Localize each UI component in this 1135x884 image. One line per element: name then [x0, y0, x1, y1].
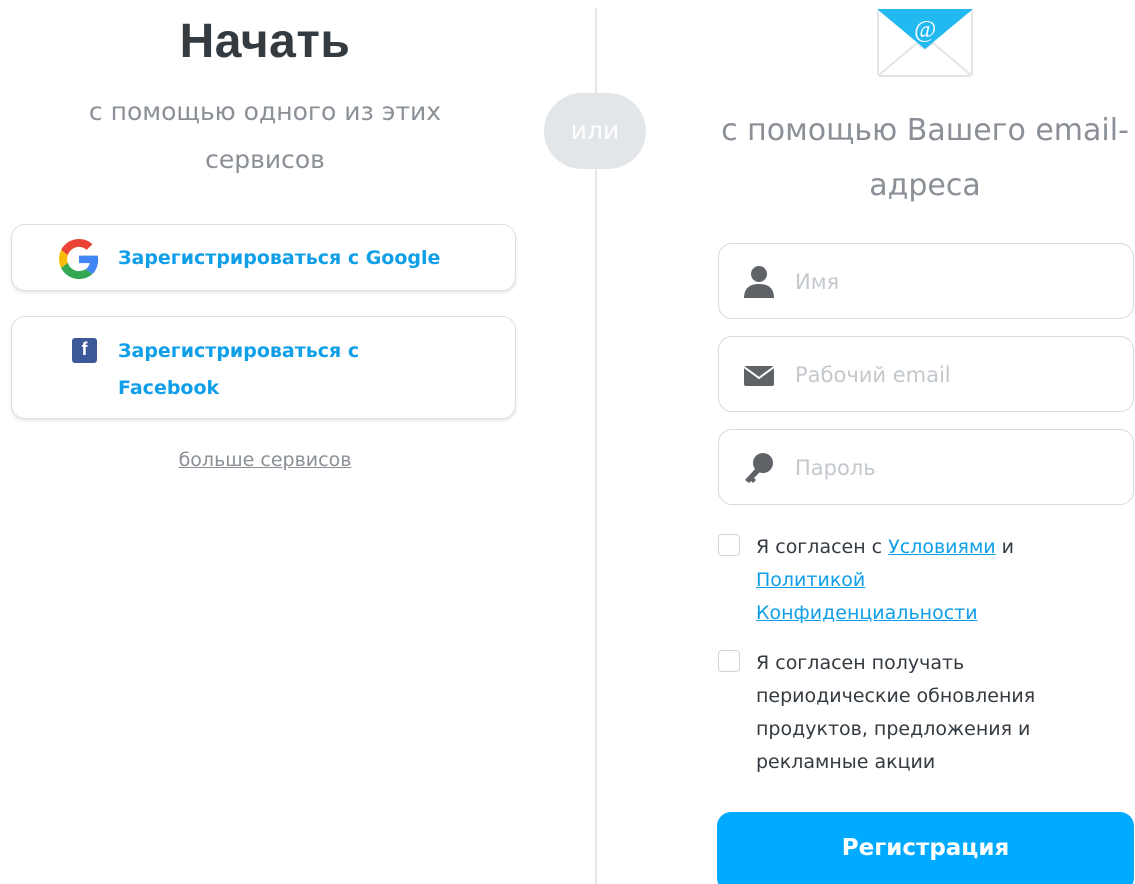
more-services-link[interactable]: больше сервисов — [0, 449, 530, 471]
newsletter-text: Я согласен получать периодические обновл… — [756, 652, 1036, 773]
social-subtitle: с помощью одного из этих сервисов — [88, 97, 442, 174]
email-input[interactable] — [795, 355, 1115, 395]
terms-prefix: Я согласен с — [756, 536, 889, 558]
google-logo-icon — [59, 239, 99, 279]
email-envelope-icon: @ — [877, 9, 973, 77]
terms-link[interactable]: Условиями — [888, 536, 995, 558]
google-signup-button[interactable]: Зарегистрироваться с Google — [11, 224, 516, 291]
name-field[interactable] — [718, 243, 1134, 319]
facebook-logo-icon: f — [72, 338, 97, 363]
google-signup-label: Зарегистрироваться с Google — [118, 247, 441, 269]
email-subtitle: с помощью Вашего email-адреса — [721, 113, 1129, 203]
svg-text:@: @ — [914, 17, 936, 43]
key-icon — [745, 453, 773, 483]
newsletter-checkbox[interactable] — [718, 650, 740, 672]
register-button[interactable]: Регистрация — [717, 812, 1134, 884]
social-signup-column: Начать с помощью одного из этих сервисов… — [0, 0, 530, 884]
name-input[interactable] — [795, 262, 1115, 302]
facebook-signup-label: Зарегистрироваться с Facebook — [118, 340, 360, 399]
password-field[interactable] — [718, 429, 1134, 505]
user-icon — [744, 266, 774, 298]
privacy-policy-link[interactable]: Политикой Конфиденциальности — [756, 569, 978, 624]
terms-checkbox[interactable] — [718, 534, 740, 556]
terms-text: Я согласен с Условиями и Политикой Конфи… — [756, 531, 1086, 630]
register-button-label: Регистрация — [841, 835, 1010, 861]
page-title: Начать — [179, 15, 351, 68]
terms-middle: и — [995, 536, 1015, 558]
or-badge: или — [544, 93, 646, 169]
password-input[interactable] — [795, 448, 1115, 488]
mail-icon — [743, 366, 775, 386]
email-field[interactable] — [718, 336, 1134, 412]
facebook-signup-button[interactable]: f Зарегистрироваться с Facebook — [11, 316, 516, 419]
